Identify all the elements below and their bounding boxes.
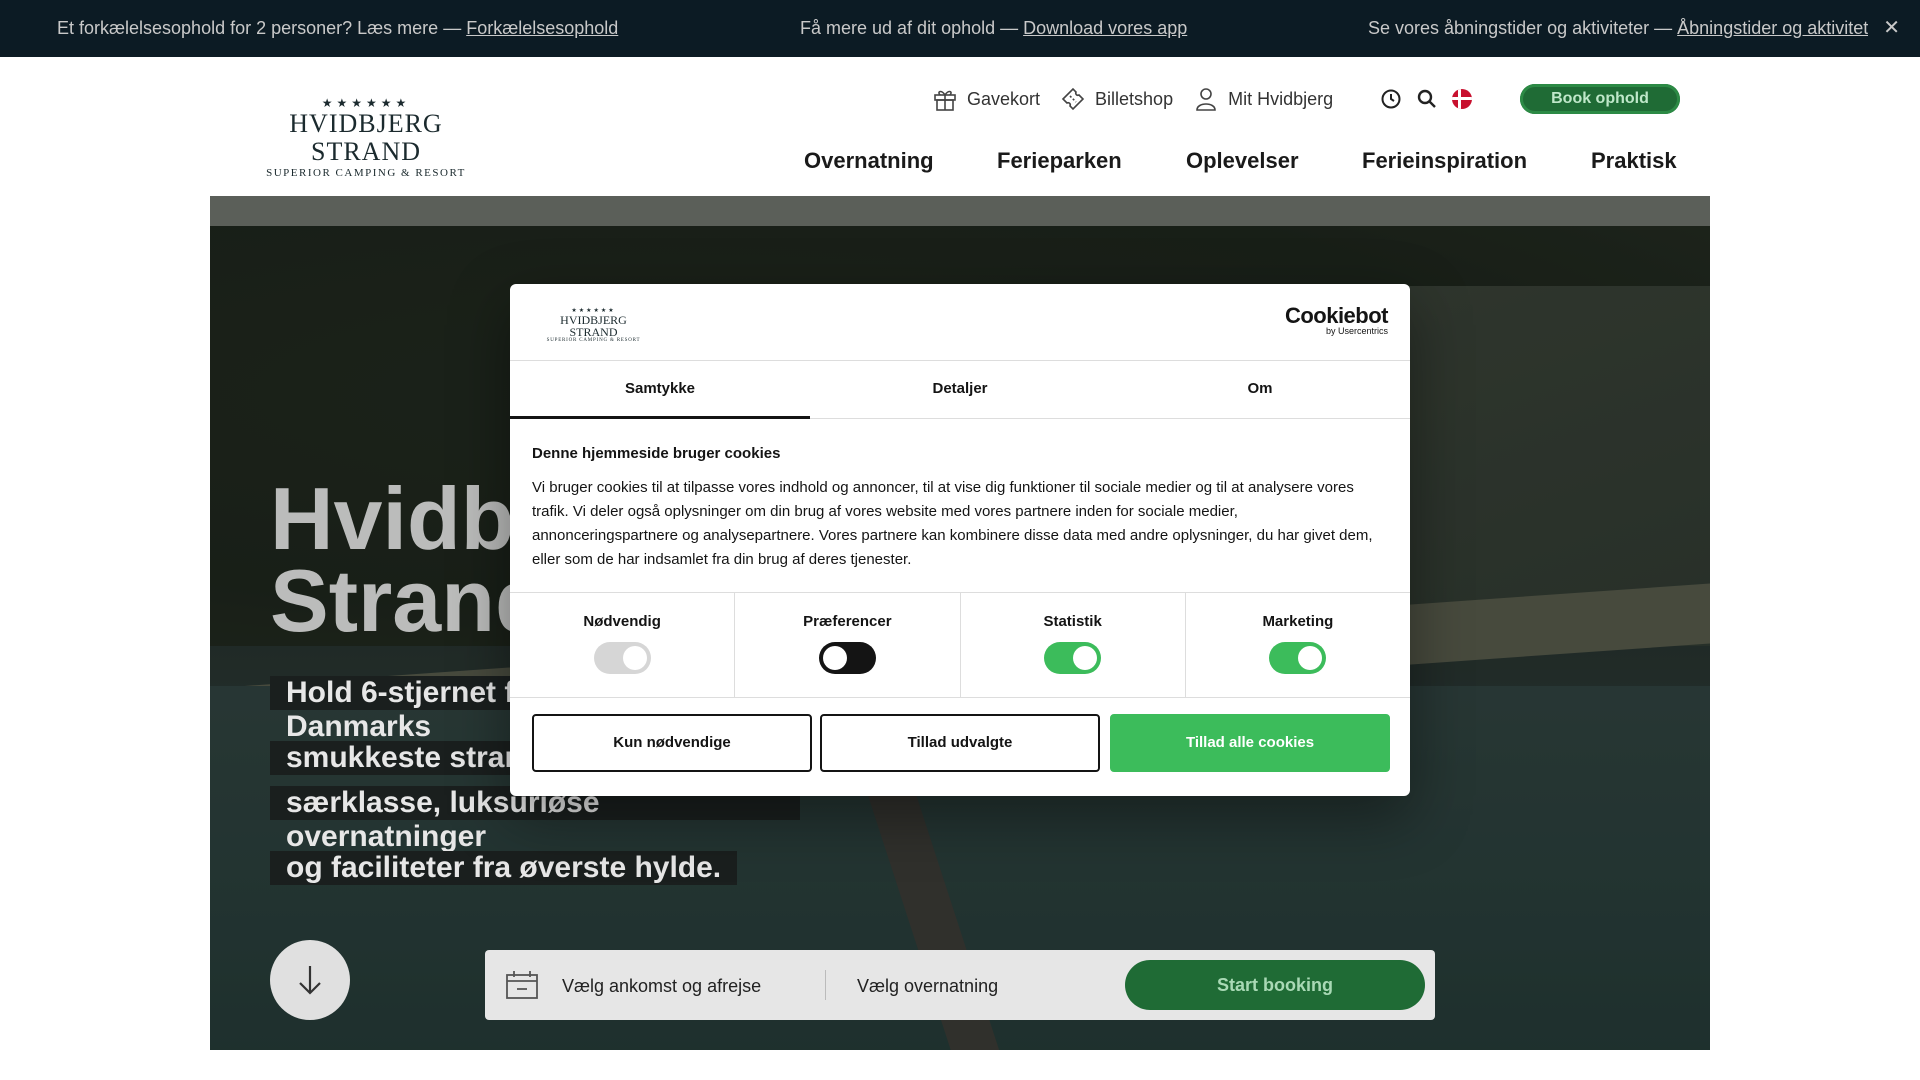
gift-card-label: Gavekort	[967, 88, 1041, 109]
dialog-logo: ★★★★★★ HVIDBJERG STRAND SUPERIOR CAMPING…	[536, 308, 651, 343]
booking-divider	[825, 970, 826, 1000]
dialog-logo-name: HVIDBJERG STRAND	[560, 313, 627, 339]
start-booking-button[interactable]: Start booking	[1125, 960, 1425, 1010]
scroll-down-button[interactable]	[270, 940, 350, 1020]
tab-consent[interactable]: Samtykke	[510, 361, 810, 419]
dialog-body: Denne hjemmeside bruger cookies Vi bruge…	[510, 419, 1410, 592]
utility-nav: Gavekort Billetshop Mit Hvidbjerg	[932, 86, 1353, 112]
dialog-description: Vi bruger cookies til at tilpasse vores …	[532, 479, 1373, 568]
announcement-link-hours[interactable]: Åbningstider og aktiviteter	[1677, 18, 1868, 38]
danish-flag-icon[interactable]	[1452, 89, 1472, 109]
announcement-text: Få mere ud af dit ophold —	[800, 18, 1024, 38]
book-stay-button[interactable]: Book ophold	[1520, 84, 1680, 114]
ticket-shop-link[interactable]: Billetshop	[1060, 86, 1173, 112]
ticket-icon	[1061, 87, 1085, 111]
account-link[interactable]: Mit Hvidbjerg	[1193, 86, 1333, 112]
toggle-label: Nødvendig	[583, 613, 661, 630]
logo-stars: ★★★★★★	[321, 96, 411, 110]
nav-item-ferieparken[interactable]: Ferieparken	[997, 148, 1186, 174]
site-logo[interactable]: ★★★★★★ HVIDBJERG STRAND SUPERIOR CAMPING…	[238, 96, 494, 179]
allow-all-button[interactable]: Tillad alle cookies	[1110, 714, 1390, 772]
dialog-heading: Denne hjemmeside bruger cookies	[532, 445, 781, 462]
switch-knob	[1298, 646, 1323, 670]
switch-knob	[822, 646, 847, 670]
marketing-switch[interactable]	[1269, 642, 1327, 674]
toggle-preferences: Præferencer	[735, 593, 961, 697]
announcement-link-app[interactable]: Download vores app	[1023, 18, 1187, 38]
logo-name: HVIDBJERG STRAND	[289, 109, 443, 166]
cookiebot-brand: Cookiebot	[1284, 303, 1389, 328]
logo-subtitle: SUPERIOR CAMPING & RESORT	[266, 167, 466, 179]
announcement-item: Få mere ud af dit ophold — Download vore…	[800, 18, 1187, 39]
cookie-consent-dialog: ★★★★★★ HVIDBJERG STRAND SUPERIOR CAMPING…	[510, 284, 1410, 796]
toggle-statistics: Statistik	[961, 593, 1186, 697]
allow-selected-button[interactable]: Tillad udvalgte	[820, 714, 1100, 772]
necessary-only-button[interactable]: Kun nødvendige	[532, 714, 812, 772]
cookiebot-logo[interactable]: Cookiebot by Usercentrics	[1284, 303, 1389, 337]
announcement-item: Se vores åbningstider og aktiviteter — Å…	[1368, 18, 1868, 39]
accommodation-select[interactable]: Vælg overnatning	[857, 976, 998, 997]
booking-bar: Vælg ankomst og afrejse Vælg overnatning…	[485, 950, 1435, 1020]
arrow-down-icon	[299, 966, 321, 995]
necessary-switch	[593, 642, 651, 674]
utility-icons	[1380, 88, 1472, 110]
nav-item-praktisk[interactable]: Praktisk	[1591, 148, 1677, 174]
date-picker-field[interactable]: Vælg ankomst og afrejse	[562, 976, 761, 997]
announcement-text: Se vores åbningstider og aktiviteter —	[1368, 18, 1678, 38]
announcement-item: Et forkælelsesophold for 2 personer? Læs…	[57, 18, 618, 39]
toggle-necessary: Nødvendig	[510, 593, 736, 697]
announcement-bar: Et forkælelsesophold for 2 personer? Læs…	[0, 0, 1920, 57]
switch-knob	[1073, 646, 1098, 670]
account-label: Mit Hvidbjerg	[1228, 88, 1334, 109]
gift-icon	[934, 90, 956, 111]
announcement-text: Et forkælelsesophold for 2 personer? Læs…	[57, 18, 467, 38]
dialog-actions: Kun nødvendige Tillad udvalgte Tillad al…	[510, 698, 1410, 796]
main-nav: Overnatning Ferieparken Oplevelser Ferie…	[804, 148, 1677, 174]
close-icon[interactable]: ✕	[1883, 15, 1900, 40]
search-icon[interactable]	[1416, 88, 1438, 110]
switch-knob	[622, 646, 647, 670]
dialog-logo-subtitle: SUPERIOR CAMPING & RESORT	[546, 338, 641, 343]
toggle-marketing: Marketing	[1186, 593, 1410, 697]
tab-about[interactable]: Om	[1110, 361, 1410, 418]
hero-subtitle-line: og faciliteter fra øverste hylde.	[270, 851, 738, 885]
gift-card-link[interactable]: Gavekort	[932, 86, 1040, 112]
nav-item-ferieinspiration[interactable]: Ferieinspiration	[1362, 148, 1591, 174]
user-icon	[1196, 88, 1216, 111]
preferences-switch[interactable]	[818, 642, 876, 674]
toggle-label: Marketing	[1262, 613, 1334, 630]
toggle-label: Præferencer	[803, 613, 892, 630]
calendar-icon	[506, 971, 538, 999]
consent-toggles: Nødvendig Præferencer Statistik Marketin…	[510, 592, 1410, 698]
dialog-header: ★★★★★★ HVIDBJERG STRAND SUPERIOR CAMPING…	[510, 284, 1410, 361]
nav-item-overnatning[interactable]: Overnatning	[804, 148, 997, 174]
toggle-label: Statistik	[1043, 613, 1102, 630]
dialog-tabs: Samtykke Detaljer Om	[510, 361, 1410, 419]
ticket-shop-label: Billetshop	[1095, 88, 1174, 109]
nav-item-oplevelser[interactable]: Oplevelser	[1186, 148, 1362, 174]
clock-icon[interactable]	[1380, 88, 1402, 110]
tab-details[interactable]: Detaljer	[810, 361, 1110, 418]
statistics-switch[interactable]	[1044, 642, 1102, 674]
announcement-link-spa[interactable]: Forkælelsesophold	[466, 18, 618, 38]
